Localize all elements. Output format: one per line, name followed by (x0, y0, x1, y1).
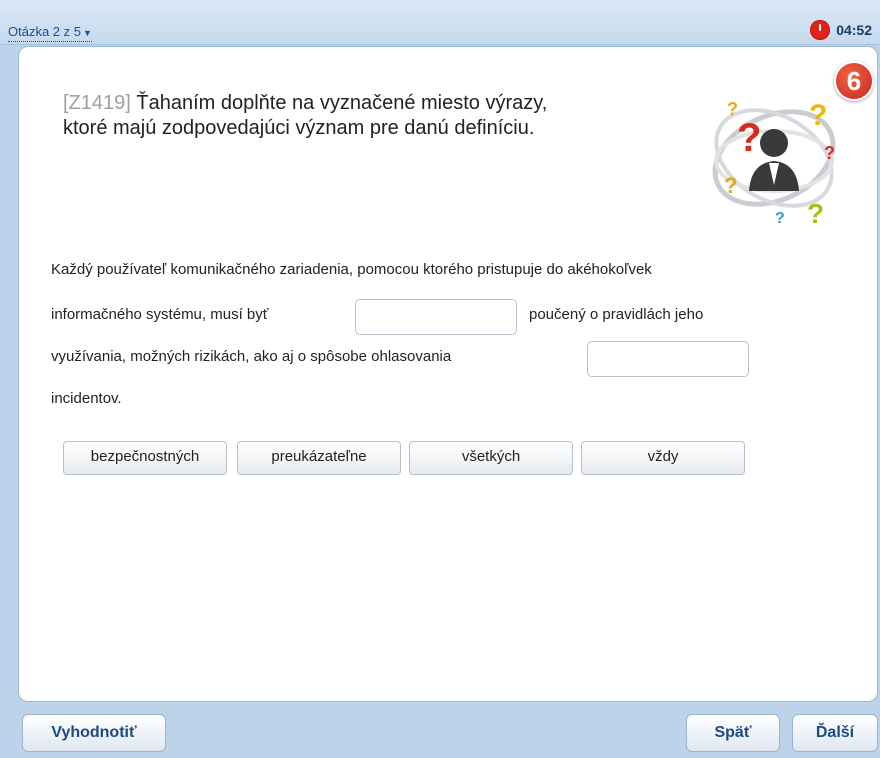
stopwatch-icon (810, 20, 831, 40)
timer: 04:52 (810, 20, 872, 40)
chevron-down-icon[interactable]: ▼ (83, 28, 92, 38)
svg-text:?: ? (807, 198, 824, 229)
svg-text:?: ? (737, 116, 761, 160)
definition-line-1: Každý používateľ komunikačného zariadeni… (51, 261, 652, 278)
drop-zone-2[interactable] (587, 341, 749, 377)
svg-text:?: ? (727, 99, 738, 119)
question-person-illustration: ? ? ? ? ? ? ? (712, 99, 836, 229)
back-button[interactable]: Späť (686, 714, 780, 752)
top-bar: Otázka 2 z 5 ▼ 04:52 (0, 0, 880, 45)
next-button[interactable]: Ďalší (792, 714, 878, 752)
draggable-option-vzdy[interactable]: vždy (581, 441, 745, 475)
definition-line-2a: informačného systému, musí byť (51, 306, 269, 323)
question-nav-label[interactable]: Otázka 2 z 5 (8, 24, 81, 39)
draggable-option-bezpecnostnych[interactable]: bezpečnostných (63, 441, 227, 475)
question-id: [Z1419] (63, 92, 131, 114)
svg-text:?: ? (824, 143, 835, 163)
definition-line-3: využívania, možných rizikách, ako aj o s… (51, 348, 452, 365)
definition-line-2b: poučený o pravidlách jeho (529, 306, 704, 323)
draggable-option-vsetkych[interactable]: všetkých (409, 441, 573, 475)
svg-text:?: ? (724, 173, 737, 198)
svg-text:?: ? (775, 210, 785, 227)
evaluate-button[interactable]: Vyhodnotiť (22, 714, 166, 752)
question-text: [Z1419] Ťahaním doplňte na vyznačené mie… (63, 91, 703, 141)
question-line-2: ktoré majú zodpovedajúci význam pre danú… (63, 117, 535, 139)
drop-zone-1[interactable] (355, 299, 517, 335)
question-line-1: Ťahaním doplňte na vyznačené miesto výra… (136, 92, 548, 114)
timer-value: 04:52 (836, 22, 872, 38)
question-card: [Z1419] Ťahaním doplňte na vyznačené mie… (18, 46, 878, 702)
definition-line-4: incidentov. (51, 390, 122, 407)
question-navigation-dropdown[interactable]: Otázka 2 z 5 ▼ (8, 24, 92, 42)
svg-text:?: ? (809, 99, 827, 132)
question-points-badge: 6 (834, 61, 874, 101)
draggable-option-preukazatelne[interactable]: preukázateľne (237, 441, 401, 475)
